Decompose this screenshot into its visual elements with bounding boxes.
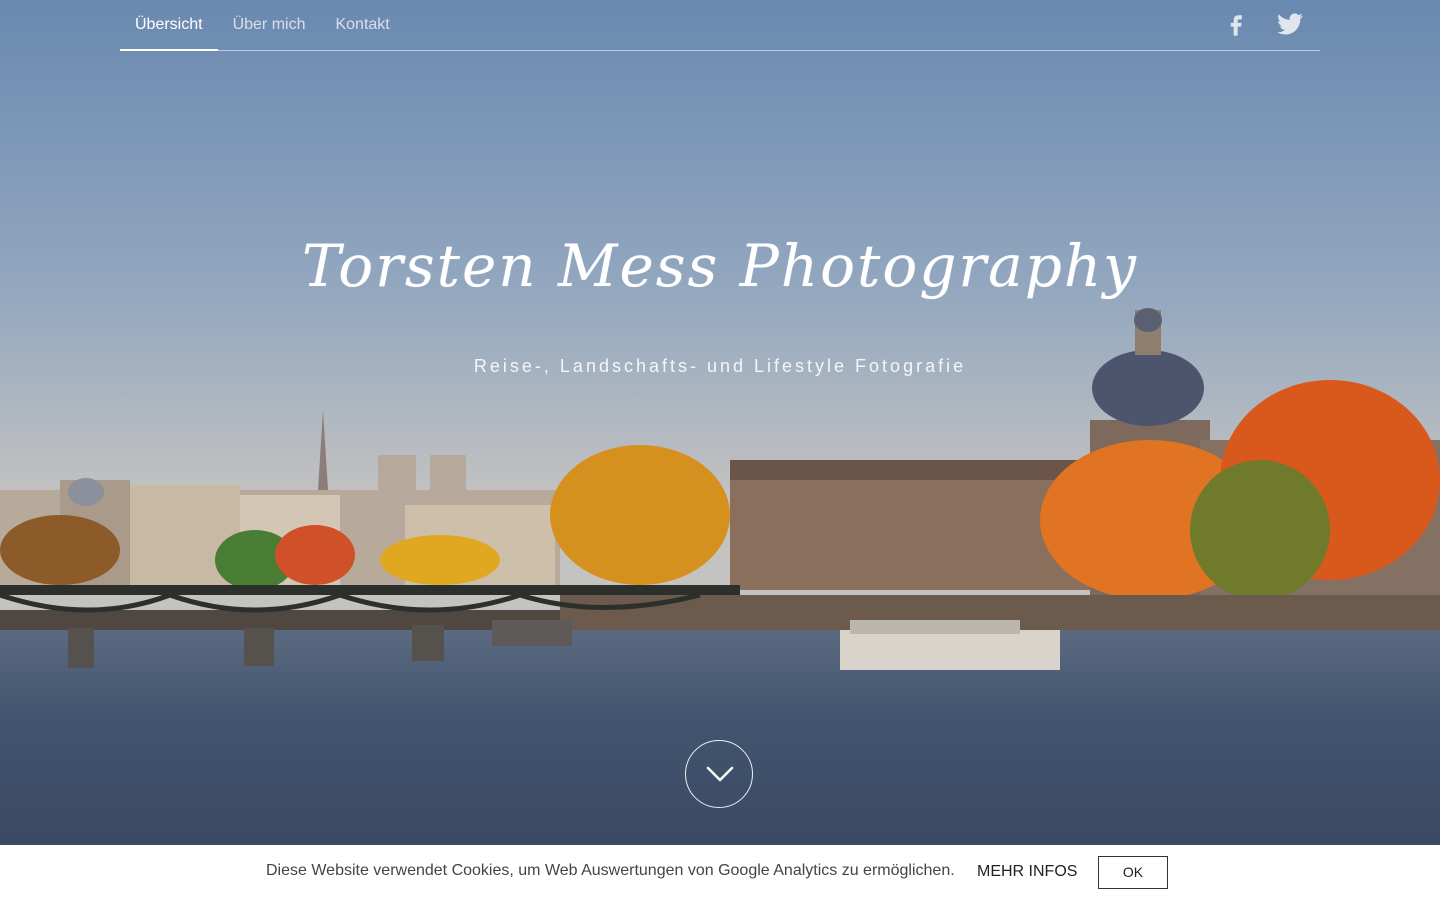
cookie-text: Diese Website verwendet Cookies, um Web … bbox=[266, 862, 955, 879]
top-navigation: Übersicht Über mich Kontakt bbox=[120, 0, 1320, 51]
nav-item-kontakt[interactable]: Kontakt bbox=[320, 0, 404, 50]
nav-item-uebersicht[interactable]: Übersicht bbox=[120, 0, 218, 51]
site-title: Torsten Mess Photography bbox=[302, 232, 1138, 300]
chevron-down-icon bbox=[706, 766, 734, 782]
nav-item-ueber-mich[interactable]: Über mich bbox=[218, 0, 321, 50]
hero-background bbox=[0, 0, 1440, 845]
facebook-icon[interactable] bbox=[1222, 10, 1250, 38]
site-subtitle: Reise-, Landschafts- und Lifestyle Fotog… bbox=[473, 356, 967, 376]
cookie-ok-button[interactable]: OK bbox=[1098, 856, 1168, 889]
twitter-icon[interactable] bbox=[1276, 10, 1304, 38]
scroll-down-button[interactable] bbox=[685, 740, 753, 808]
cookie-more-info-link[interactable]: MEHR INFOS bbox=[977, 863, 1077, 881]
paris-seine-photo bbox=[0, 0, 1440, 845]
nav-links: Übersicht Über mich Kontakt bbox=[120, 0, 405, 51]
social-links bbox=[1222, 10, 1304, 38]
cookie-banner: Diese Website verwendet Cookies, um Web … bbox=[0, 845, 1440, 900]
